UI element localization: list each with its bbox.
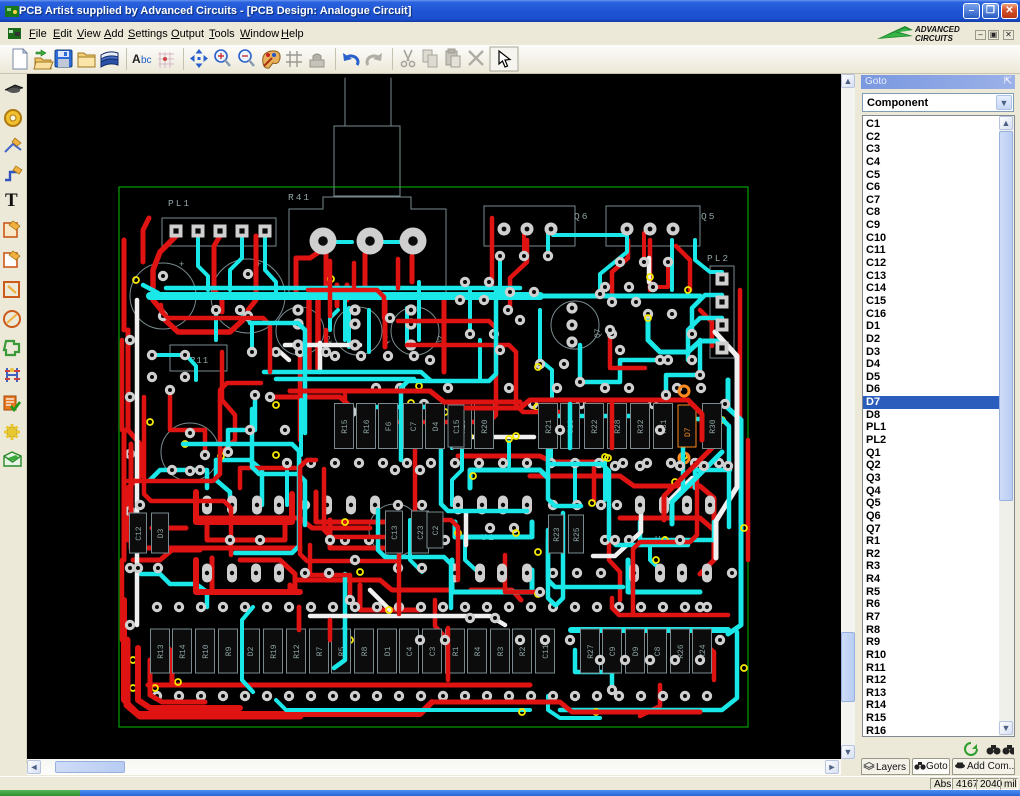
svg-text:R27: R27 [587, 644, 596, 659]
svg-text:D9: D9 [632, 646, 641, 656]
svg-text:R41: R41 [288, 192, 311, 203]
svg-text:D2: D2 [247, 646, 256, 656]
svg-text:T: T [5, 190, 18, 211]
svg-text:R13: R13 [157, 644, 166, 659]
svg-text:PL1: PL1 [168, 198, 191, 209]
svg-text:R15: R15 [341, 419, 350, 434]
svg-text:bc: bc [141, 55, 152, 66]
svg-text:R16: R16 [363, 419, 372, 434]
svg-text:R1: R1 [452, 646, 461, 656]
svg-text:R28: R28 [614, 419, 623, 434]
svg-text:C15: C15 [453, 419, 462, 434]
svg-text:R21: R21 [545, 419, 554, 434]
svg-text:R12: R12 [293, 644, 302, 659]
svg-text:R22: R22 [591, 419, 600, 434]
svg-text:R30: R30 [709, 419, 718, 434]
svg-text:R3: R3 [497, 646, 506, 656]
svg-text:C8: C8 [654, 646, 663, 656]
svg-text:R8: R8 [361, 646, 370, 656]
svg-text:+: + [179, 259, 184, 269]
svg-text:Q7: Q7 [594, 328, 603, 338]
svg-text:R14: R14 [179, 644, 188, 659]
svg-text:C9: C9 [609, 646, 618, 656]
svg-text:A: A [132, 52, 141, 66]
svg-text:C2: C2 [432, 525, 441, 535]
svg-text:R32: R32 [637, 419, 646, 434]
svg-text:R19: R19 [270, 644, 279, 659]
svg-text:R23: R23 [553, 527, 562, 542]
svg-text:CIRCUITS: CIRCUITS [915, 34, 953, 43]
svg-text:R20: R20 [481, 419, 490, 434]
svg-text:ADVANCED: ADVANCED [914, 25, 960, 34]
svg-text:PL2: PL2 [707, 253, 730, 264]
svg-text:R7: R7 [316, 646, 325, 656]
svg-text:D3: D3 [157, 528, 166, 538]
svg-text:R10: R10 [202, 644, 211, 659]
svg-text:C4: C4 [406, 646, 415, 656]
svg-text:F6: F6 [385, 421, 394, 431]
svg-text:R9: R9 [225, 646, 234, 656]
svg-text:D4: D4 [432, 421, 441, 431]
svg-text:R25: R25 [573, 527, 582, 542]
svg-text:Q5: Q5 [701, 211, 716, 222]
svg-text:C7: C7 [410, 421, 419, 431]
svg-text:R2: R2 [519, 646, 528, 656]
svg-text:C23: C23 [417, 525, 426, 540]
svg-text:C13: C13 [391, 525, 400, 540]
svg-text:Q6: Q6 [574, 211, 589, 222]
svg-text:D1: D1 [384, 646, 393, 656]
svg-text:C12: C12 [135, 526, 144, 541]
svg-text:C3: C3 [429, 646, 438, 656]
svg-text:C11: C11 [542, 644, 551, 659]
svg-text:D7: D7 [684, 427, 693, 437]
svg-text:R4: R4 [474, 646, 483, 656]
